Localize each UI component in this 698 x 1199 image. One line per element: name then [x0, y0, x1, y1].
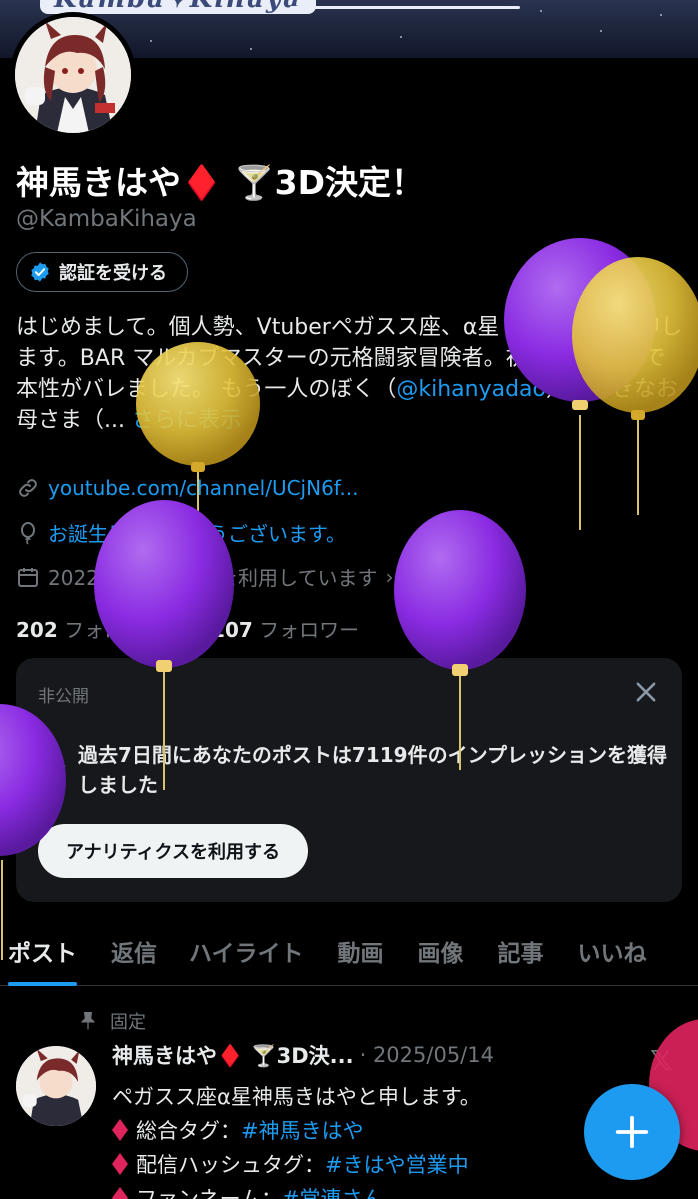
- tab-replies[interactable]: 返信: [111, 916, 157, 986]
- tab-articles[interactable]: 記事: [498, 916, 544, 986]
- tab-photos[interactable]: 画像: [418, 916, 464, 986]
- bio-mention-link[interactable]: @kihanyadao: [396, 377, 546, 402]
- pinned-label: 固定: [110, 1012, 146, 1033]
- post-line-3: 配信ハッシュタグ：#きはや営業中: [112, 1148, 632, 1182]
- profile-joined[interactable]: 2022年10月からXを利用しています ›: [16, 562, 393, 591]
- following-link[interactable]: 202 フォロー中: [16, 618, 164, 642]
- profile-birthday: お誕生日おめでとうございます。: [16, 518, 346, 547]
- followers-count: 1,107: [189, 618, 253, 642]
- banner-decoration: [290, 6, 520, 9]
- impressions-text: 過去7日間にあなたのポストは7119件のインプレッションを獲得しました: [78, 743, 667, 797]
- profile-avatar[interactable]: [10, 12, 136, 138]
- diamond-icon: [112, 1119, 128, 1141]
- arrow-up-icon: [50, 758, 66, 776]
- post-author-avatar[interactable]: [16, 1046, 96, 1126]
- hashtag-link[interactable]: #常連さん: [282, 1187, 384, 1199]
- followers-label: フォロワー: [259, 618, 360, 642]
- following-label: フォロー中: [64, 618, 165, 642]
- birthday-text[interactable]: お誕生日おめでとうございます。: [48, 518, 346, 547]
- get-verified-button[interactable]: 認証を受ける: [16, 252, 188, 292]
- follow-stats: 202 フォロー中 1,107 フォロワー: [16, 614, 359, 643]
- profile-bio: はじめまして。個人勢、Vtuberペガスス座、α星 神馬きはやと申します。BAR…: [16, 312, 686, 436]
- hashtag-link[interactable]: #神馬きはや: [241, 1119, 364, 1143]
- username-handle: @KambaKihaya: [16, 206, 197, 232]
- tab-posts[interactable]: ポスト: [8, 916, 77, 986]
- joined-text: 2022年10月からXを利用しています: [48, 566, 378, 590]
- post-header: 神馬きはや♦️ 🍸3D決... · 2025/05/14: [112, 1040, 582, 1070]
- tab-videos[interactable]: 動画: [338, 916, 384, 986]
- analytics-card: 非公開 過去7日間にあなたのポストは7119件のインプレッションを獲得しました …: [16, 658, 682, 902]
- link-icon: [19, 479, 37, 497]
- post-author-name[interactable]: 神馬きはや♦️ 🍸3D決...: [112, 1040, 354, 1070]
- pin-icon: [80, 1012, 96, 1030]
- followers-link[interactable]: 1,107 フォロワー: [190, 618, 360, 642]
- following-count: 202: [16, 618, 58, 642]
- use-analytics-button[interactable]: アナリティクスを利用する: [38, 824, 309, 878]
- close-icon[interactable]: [632, 678, 660, 706]
- diamond-icon: [112, 1187, 128, 1199]
- profile-website[interactable]: youtube.com/channel/UCjN6f...: [16, 476, 358, 500]
- tab-likes[interactable]: いいね: [578, 916, 647, 986]
- calendar-icon: [18, 567, 38, 587]
- diamond-icon: [112, 1153, 128, 1175]
- pinned-indicator: 固定: [78, 1008, 146, 1034]
- compose-post-button[interactable]: [584, 1084, 680, 1180]
- plus-icon: [615, 1115, 649, 1149]
- post-line-2: 総合タグ：#神馬きはや: [112, 1114, 632, 1148]
- private-label: 非公開: [38, 687, 89, 707]
- hashtag-link[interactable]: #きはや営業中: [325, 1153, 469, 1177]
- profile-tabs: ポスト 返信 ハイライト 動画 画像 記事 いいね: [0, 916, 698, 986]
- tab-highlights[interactable]: ハイライト: [189, 916, 304, 986]
- avatar-image: [15, 17, 131, 133]
- website-link[interactable]: youtube.com/channel/UCjN6f...: [48, 476, 358, 500]
- post-text: ペガスス座α星神馬きはやと申します。 総合タグ：#神馬きはや 配信ハッシュタグ：…: [112, 1080, 632, 1199]
- x-logo-icon: 𝕏: [650, 1044, 673, 1077]
- balloon-icon: [21, 521, 35, 545]
- show-more-link[interactable]: さらに表示: [125, 408, 242, 433]
- verified-badge-icon: [31, 262, 49, 282]
- post-line-1: ペガスス座α星神馬きはやと申します。: [112, 1085, 481, 1109]
- display-name: 神馬きはや♦️ 🍸3D決定！: [16, 163, 425, 202]
- post-line-4: ファンネーム：#常連さん: [112, 1182, 632, 1199]
- post-date[interactable]: · 2025/05/14: [360, 1043, 494, 1067]
- get-verified-label: 認証を受ける: [59, 263, 167, 284]
- chevron-right-icon: ›: [385, 564, 394, 589]
